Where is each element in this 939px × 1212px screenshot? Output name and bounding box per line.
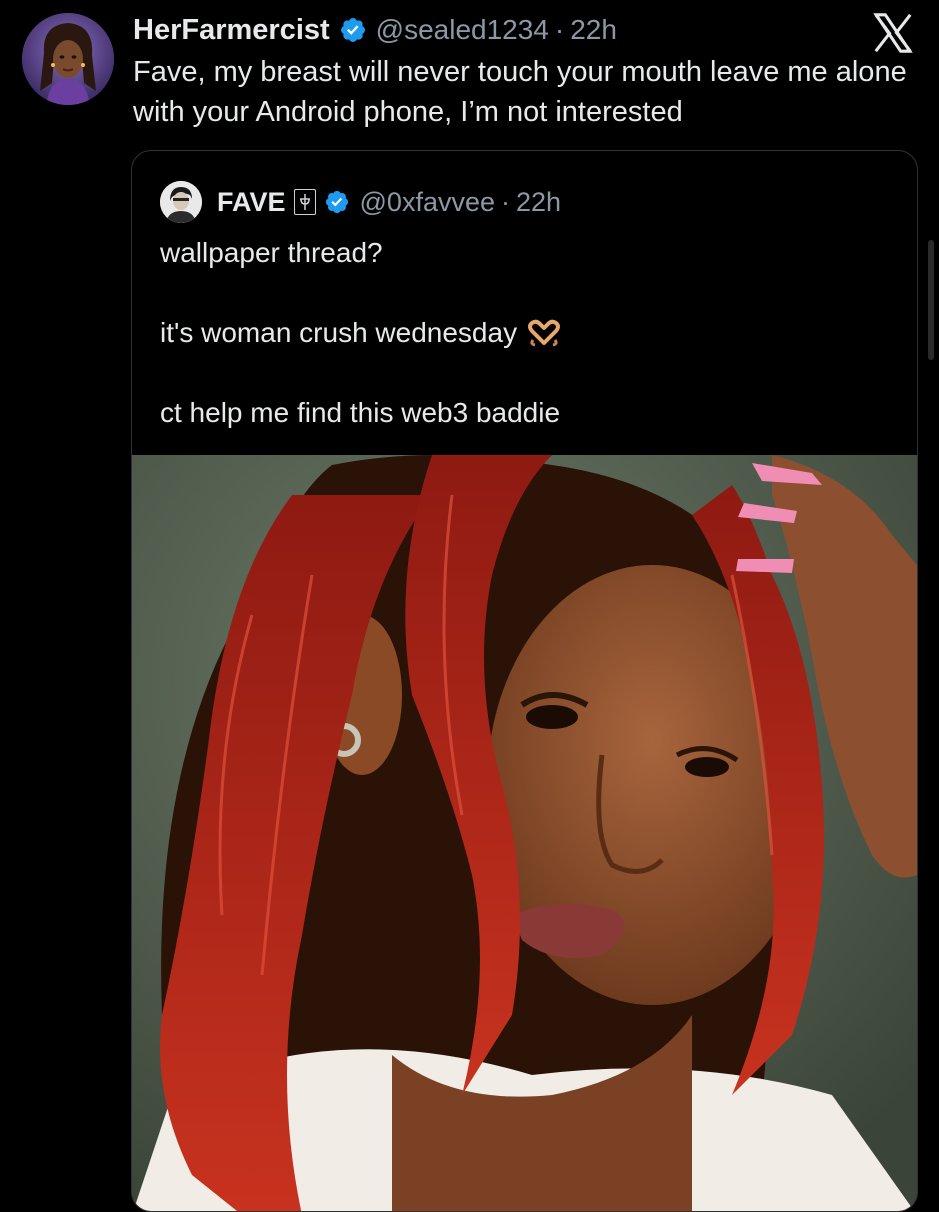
quoted-line-2: it's woman crush wednesday bbox=[160, 317, 518, 348]
tweet-header: HerFarmercist @sealed1234 · 22h bbox=[133, 10, 617, 50]
author-display-name[interactable]: HerFarmercist bbox=[133, 14, 330, 47]
quoted-line-3: ct help me find this web3 baddie bbox=[160, 397, 561, 428]
scrollbar[interactable] bbox=[928, 240, 934, 360]
quoted-tweet-timestamp[interactable]: 22h bbox=[516, 187, 561, 218]
heart-hands-emoji-icon bbox=[528, 319, 561, 347]
x-logo-icon bbox=[873, 13, 913, 53]
quoted-author-avatar[interactable] bbox=[160, 181, 202, 223]
affiliate-badge-icon bbox=[293, 189, 316, 215]
tweet-timestamp[interactable]: 22h bbox=[570, 14, 617, 46]
quoted-tweet-text: wallpaper thread? it's woman crush wedne… bbox=[160, 233, 900, 473]
tweet[interactable]: HerFarmercist @sealed1234 · 22h Fave, my… bbox=[0, 0, 939, 1212]
quoted-line-1: wallpaper thread? bbox=[160, 237, 383, 268]
tweet-text: Fave, my breast will never touch your mo… bbox=[133, 56, 907, 128]
quoted-tweet-photo[interactable] bbox=[132, 455, 917, 1211]
quoted-tweet-header: FAVE @0xfavvee · 22h bbox=[160, 181, 561, 223]
separator-dot: · bbox=[554, 14, 565, 45]
quoted-separator-dot: · bbox=[501, 186, 510, 217]
portrait-photo-illustration bbox=[132, 455, 917, 1211]
quoted-tweet[interactable]: FAVE @0xfavvee · 22h wallpaper thread? i… bbox=[131, 150, 918, 1212]
quoted-author-handle[interactable]: @0xfavvee bbox=[360, 187, 495, 218]
avatar-illustration bbox=[22, 13, 114, 105]
author-handle[interactable]: @sealed1234 bbox=[376, 14, 549, 46]
verified-badge-icon[interactable] bbox=[339, 16, 367, 44]
quoted-avatar-illustration bbox=[160, 181, 202, 223]
quoted-line-2-row: it's woman crush wednesday bbox=[160, 313, 900, 353]
quoted-author-display-name[interactable]: FAVE bbox=[217, 187, 286, 218]
author-avatar[interactable] bbox=[22, 13, 114, 105]
quoted-verified-badge-icon[interactable] bbox=[324, 189, 350, 215]
